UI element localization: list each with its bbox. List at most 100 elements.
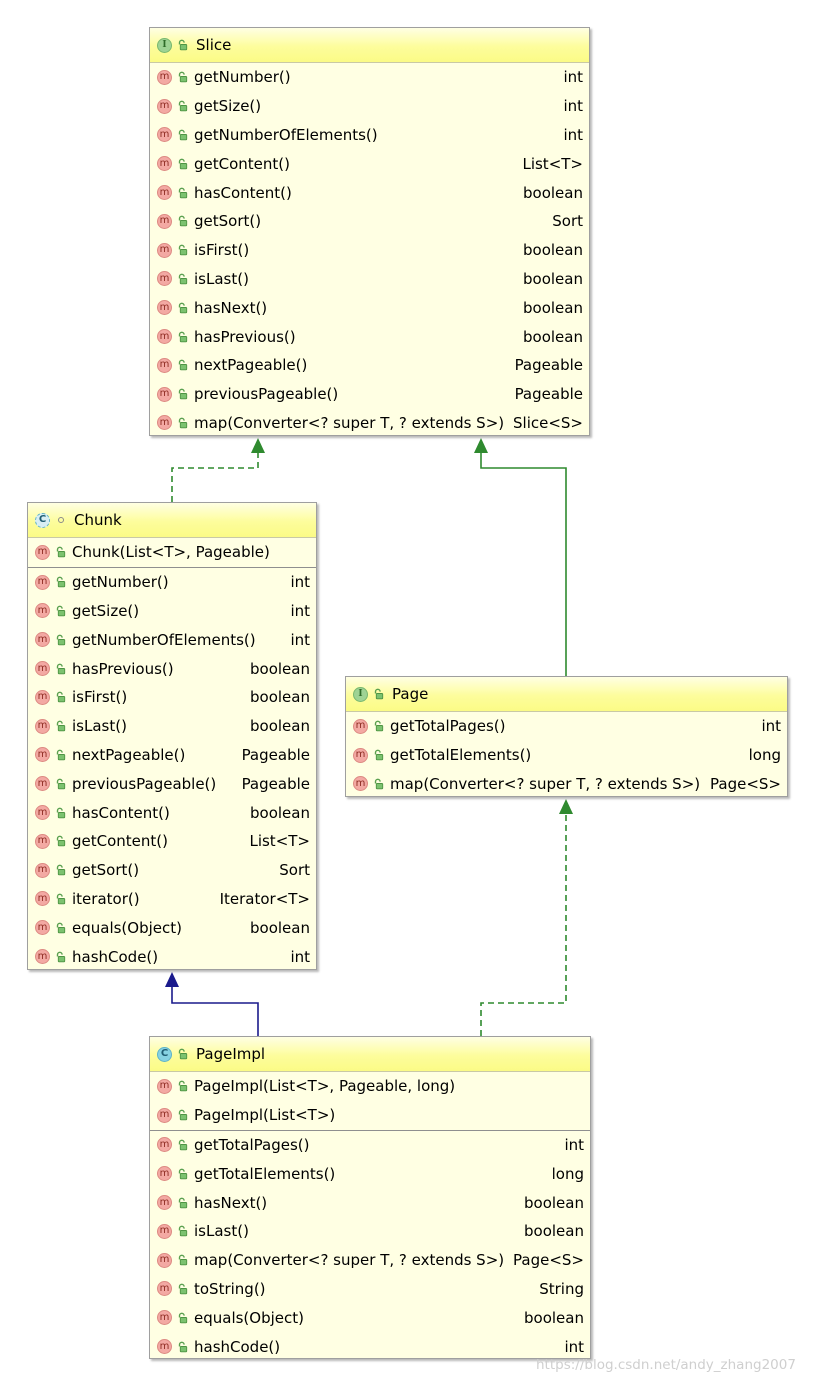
constructor-section: m PageImpl(List<T>, Pageable, long) m PageI… [150,1072,590,1130]
member-row[interactable]: m getContent() List<T> [28,827,316,856]
member-row[interactable]: m hasPrevious() boolean [150,322,589,351]
member-row[interactable]: m getSort() Sort [28,856,316,885]
lock-open-icon [176,359,189,372]
member-row[interactable]: m hasContent() boolean [150,178,589,207]
method-section: m getNumber() int m getSize() int m getNumberOf… [28,566,316,971]
member-row[interactable]: m PageImpl(List<T>, Pageable, long) [150,1072,590,1101]
method-section: m getNumber() int m getSize() int m getNumberOf… [150,63,589,437]
member-signature: hashCode() [194,1337,281,1356]
method-icon: m [35,862,50,878]
member-row[interactable]: m getSort() Sort [150,207,589,236]
return-type: String [539,1279,584,1298]
member-signature: getSort() [194,212,262,231]
member-row[interactable]: m getTotalPages() int [150,1131,590,1160]
member-row[interactable]: m map(Converter<? super T, ? extends S>) P… [150,1246,590,1275]
return-type: int [761,717,781,736]
member-row[interactable]: m isLast() boolean [150,265,589,294]
member-row[interactable]: m map(Converter<? super T, ? extends S>) S… [150,409,589,438]
member-row[interactable]: m getNumber() int [28,568,316,597]
method-icon: m [157,1281,172,1297]
member-row[interactable]: m Chunk(List<T>, Pageable) [28,538,316,567]
return-type: int [563,125,583,144]
member-signature: getTotalElements() [194,1164,336,1183]
slice-interface-box[interactable]: I Slice m getNumber() int m getSize() int m getNu… [149,27,590,436]
member-row[interactable]: m toString() String [150,1275,590,1304]
method-icon: m [157,156,172,172]
member-signature: PageImpl(List<T>, Pageable, long) [194,1077,456,1096]
member-row[interactable]: m nextPageable() Pageable [28,741,316,770]
member-row[interactable]: m PageImpl(List<T>) [150,1101,590,1130]
interface-icon: I [157,37,172,53]
member-row[interactable]: m getNumberOfElements() int [28,625,316,654]
member-row[interactable]: m previousPageable() Pageable [28,769,316,798]
return-type: Pageable [241,745,310,764]
method-icon: m [157,357,172,373]
member-row[interactable]: m getContent() List<T> [150,149,589,178]
interface-icon: I [353,686,368,702]
page-to-slice-edge [480,452,567,676]
lock-open-icon [176,71,189,84]
member-row[interactable]: m isFirst() boolean [150,236,589,265]
member-signature: hasContent() [194,183,292,202]
return-type: int [564,1337,584,1356]
package-private-icon [54,514,67,527]
pageimpl-to-page-arrowhead [559,799,573,814]
member-signature: equals(Object) [72,918,182,937]
member-row[interactable]: m getTotalPages() int [346,712,787,741]
member-row[interactable]: m getSize() int [28,597,316,626]
member-signature: hasNext() [194,1193,268,1212]
member-row[interactable]: m hasNext() boolean [150,293,589,322]
member-row[interactable]: m hasNext() boolean [150,1188,590,1217]
member-row[interactable]: m hasContent() boolean [28,798,316,827]
member-row[interactable]: m isLast() boolean [28,712,316,741]
method-icon: m [353,718,368,734]
method-icon: m [157,329,172,345]
lock-open-icon [176,1311,189,1324]
page-interface-box[interactable]: I Page m getTotalPages() int m getTotalElement… [345,676,788,797]
member-row[interactable]: m isLast() boolean [150,1217,590,1246]
member-row[interactable]: m isFirst() boolean [28,683,316,712]
lock-open-icon [176,186,189,199]
chunk-to-slice-arrowhead [251,438,265,453]
member-row[interactable]: m getNumberOfElements() int [150,121,589,150]
member-row[interactable]: m getTotalElements() long [346,741,787,770]
member-row[interactable]: m hasPrevious() boolean [28,654,316,683]
member-row[interactable]: m hashCode() int [150,1332,590,1361]
member-row[interactable]: m getTotalElements() long [150,1159,590,1188]
return-type: boolean [523,269,583,288]
method-icon: m [157,271,172,287]
member-row[interactable]: m equals(Object) boolean [28,913,316,942]
method-icon: m [157,242,172,258]
lock-open-icon [54,604,67,617]
member-signature: isFirst() [72,688,128,707]
member-signature: hashCode() [72,947,159,966]
method-icon: m [157,213,172,229]
pageimpl-class-box[interactable]: C PageImpl m PageImpl(List<T>, Pageable, lo… [149,1036,591,1359]
chunk-class-box[interactable]: C Chunk m Chunk(List<T>, Pageable) m getNumbe… [27,502,317,970]
return-type: int [290,947,310,966]
member-row[interactable]: m iterator() Iterator<T> [28,885,316,914]
member-row[interactable]: m hashCode() int [28,942,316,971]
member-row[interactable]: m getSize() int [150,92,589,121]
lock-open-icon [54,892,67,905]
member-signature: getNumber() [194,68,291,87]
member-row[interactable]: m equals(Object) boolean [150,1303,590,1332]
return-type: long [748,746,781,765]
class-name: PageImpl [196,1045,266,1063]
member-signature: isLast() [72,717,127,736]
member-row[interactable]: m getNumber() int [150,63,589,92]
return-type: long [551,1164,584,1183]
member-signature: previousPageable() [72,774,217,793]
return-type: Pageable [514,385,583,404]
member-row[interactable]: m nextPageable() Pageable [150,351,589,380]
member-signature: getTotalElements() [390,746,532,765]
lock-open-icon [372,749,385,762]
member-row[interactable]: m previousPageable() Pageable [150,380,589,409]
member-row[interactable]: m map(Converter<? super T, ? extends S>) P… [346,770,787,799]
method-icon: m [35,689,50,705]
lock-open-icon [54,576,67,589]
class-header: C Chunk [28,503,316,538]
method-icon: m [35,544,50,560]
lock-open-icon [176,100,189,113]
lock-open-icon [54,864,67,877]
